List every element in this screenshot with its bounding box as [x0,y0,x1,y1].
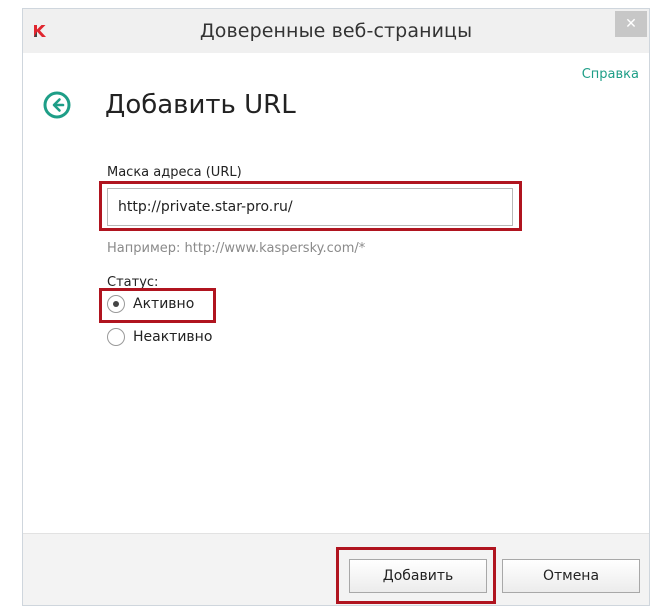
help-link[interactable]: Справка [582,67,639,82]
back-arrow-icon[interactable] [43,91,71,119]
title-bar[interactable]: Доверенные веб-страницы ✕ [23,9,649,53]
add-button-highlight [336,547,496,604]
window-title: Доверенные веб-страницы [199,20,473,42]
url-mask-label: Маска адреса (URL) [107,165,242,180]
url-input-highlight [99,181,522,231]
dialog-window: Доверенные веб-страницы ✕ Справка Добави… [22,8,650,606]
page-title: Добавить URL [105,90,296,120]
radio-inactive[interactable] [107,328,125,346]
cancel-button[interactable]: Отмена [502,559,640,593]
close-button[interactable]: ✕ [615,11,647,37]
status-option-inactive[interactable]: Неактивно [107,326,212,348]
status-option-inactive-label: Неактивно [133,329,213,345]
url-example-hint: Например: http://www.kaspersky.com/* [107,241,366,256]
close-icon: ✕ [625,16,637,32]
active-option-highlight [99,288,216,323]
